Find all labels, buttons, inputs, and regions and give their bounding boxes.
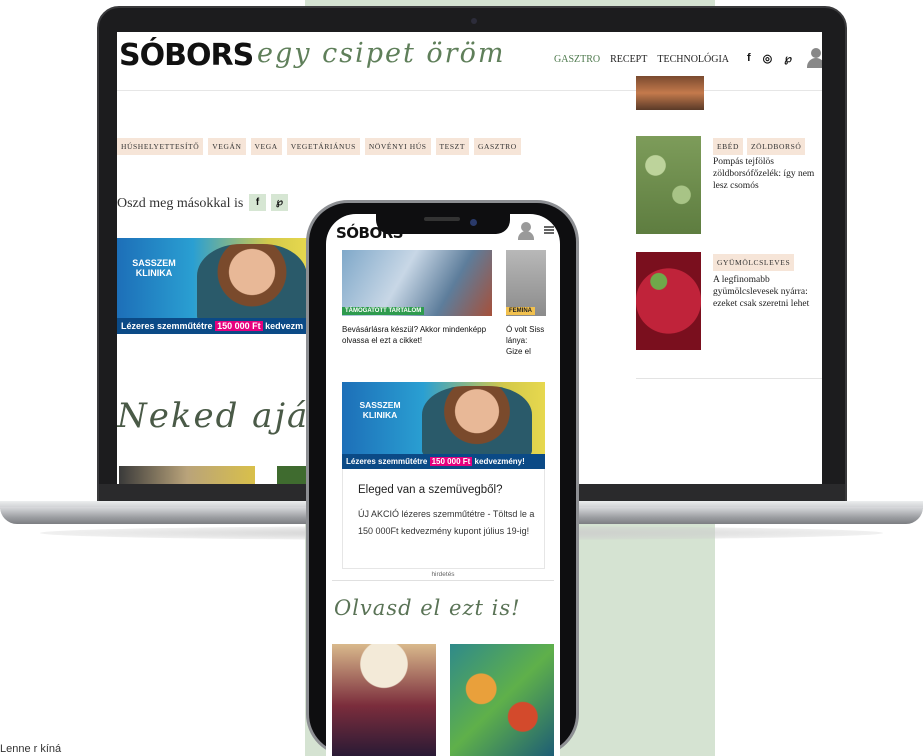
recommended-thumbnail[interactable] (277, 466, 307, 484)
ad-banner[interactable]: SASSZEM KLINIKA Lézeres szemműtétre 150 … (117, 238, 307, 334)
mobile-ad-banner[interactable]: SASSZEM KLINIKA Lézeres szemműtétre 150 … (342, 382, 545, 469)
tag-novenyi-hus[interactable]: NÖVÉNYI HÚS (364, 138, 431, 155)
sidebar-article-title[interactable]: A legfinomabb gyümölcslevesek nyárra: ez… (713, 274, 822, 310)
ad-model-image (422, 386, 532, 458)
article-card-title[interactable]: Ó volt Siss lánya: Gize el (506, 324, 546, 357)
recommended-thumbnail[interactable] (119, 466, 255, 484)
share-buttons: f ℘ (249, 194, 288, 211)
tag-teszt[interactable]: TESZT (435, 138, 469, 155)
phone-screen: SÓBORS TÁMOGATOTT TARTALOM Bevásárlásra … (326, 214, 560, 756)
article-thumbnail[interactable] (450, 644, 554, 756)
share-pinterest-button[interactable]: ℘ (271, 194, 288, 211)
article-card-title[interactable]: Bevásárlásra készül? Akkor mindenképp ol… (342, 324, 492, 346)
hamburger-menu-icon[interactable] (544, 226, 554, 234)
instagram-icon[interactable]: ◎ (763, 52, 773, 65)
ad-strip: Lézeres szemműtétre 150 000 Ft kedvezmén… (342, 454, 545, 469)
tag-vegan[interactable]: VEGÁN (208, 138, 246, 155)
section-divider (332, 580, 554, 581)
article-tags: HÚSHELYETTESÍTŐ VEGÁN VEGA VEGETÁRIÁNUS … (117, 138, 521, 155)
share-facebook-button[interactable]: f (249, 194, 266, 211)
footer-text-fragment: Lenne r kíná (0, 743, 62, 755)
sponsored-badge: TÁMOGATOTT TARTALOM (342, 307, 425, 315)
ad-title[interactable]: Eleged van a szemüvegből? (358, 484, 503, 496)
tag-vegetarianus[interactable]: VEGETÁRIÁNUS (286, 138, 360, 155)
tag-gyumolcsleves[interactable]: GYÜMÖLCSLEVES (713, 254, 795, 271)
facebook-icon[interactable]: f (747, 52, 751, 65)
nav-item-technologia[interactable]: TECHNOLÓGIA (657, 54, 729, 65)
sidebar-article-title[interactable]: Pompás tejfölös zöldborsófőzelék: így ne… (713, 156, 822, 192)
ad-brand: SASSZEM KLINIKA (132, 258, 176, 278)
ad-label: hirdetés (431, 571, 455, 578)
mobile-user-icon[interactable] (518, 222, 534, 240)
ad-strip: Lézeres szemműtétre 150 000 Ft kedvezm (117, 318, 307, 334)
sidebar-divider (636, 378, 822, 379)
article-thumbnail[interactable] (332, 644, 436, 756)
sidebar-article-tags: GYÜMÖLCSLEVES (713, 254, 795, 271)
sidebar-article-tags: EBÉD ZÖLDBORSÓ (713, 138, 806, 155)
user-icon[interactable] (807, 48, 822, 68)
share-label: Oszd meg másokkal is (117, 196, 244, 211)
tag-hushelyettesito[interactable]: HÚSHELYETTESÍTŐ (117, 138, 204, 155)
pinterest-icon[interactable]: ℘ (784, 52, 792, 65)
ad-brand: SASSZEM KLINIKA (359, 400, 401, 420)
tag-zoldborso[interactable]: ZÖLDBORSÓ (746, 138, 806, 155)
read-more-heading: Olvasd el ezt is! (334, 596, 521, 620)
site-logo[interactable]: SÓBORS (119, 38, 254, 73)
mockup-stage: SÓBORS egy csipet öröm GASZTRO RECEPT TE… (0, 0, 923, 756)
tag-gasztro[interactable]: GASZTRO (474, 138, 521, 155)
site-tagline: egy csipet öröm (257, 38, 506, 69)
tag-vega[interactable]: VEGA (250, 138, 282, 155)
source-badge: FEMINA (506, 307, 535, 315)
tag-ebed[interactable]: EBÉD (713, 138, 743, 155)
sidebar-article-image[interactable] (636, 136, 701, 234)
ad-body: ÚJ AKCIÓ lézeres szemműtétre - Töltsd le… (358, 509, 535, 536)
laptop-camera (471, 18, 477, 24)
sidebar-article-image[interactable] (636, 76, 704, 110)
social-links: f ◎ ℘ (747, 52, 792, 65)
ad-model-image (197, 244, 307, 324)
sidebar-article-image[interactable] (636, 252, 701, 350)
nav-item-gasztro[interactable]: GASZTRO (554, 54, 600, 65)
header-divider (117, 90, 822, 91)
nav-item-recept[interactable]: RECEPT (610, 54, 647, 65)
phone-notch (376, 212, 510, 234)
main-nav: GASZTRO RECEPT TECHNOLÓGIA (554, 54, 729, 65)
